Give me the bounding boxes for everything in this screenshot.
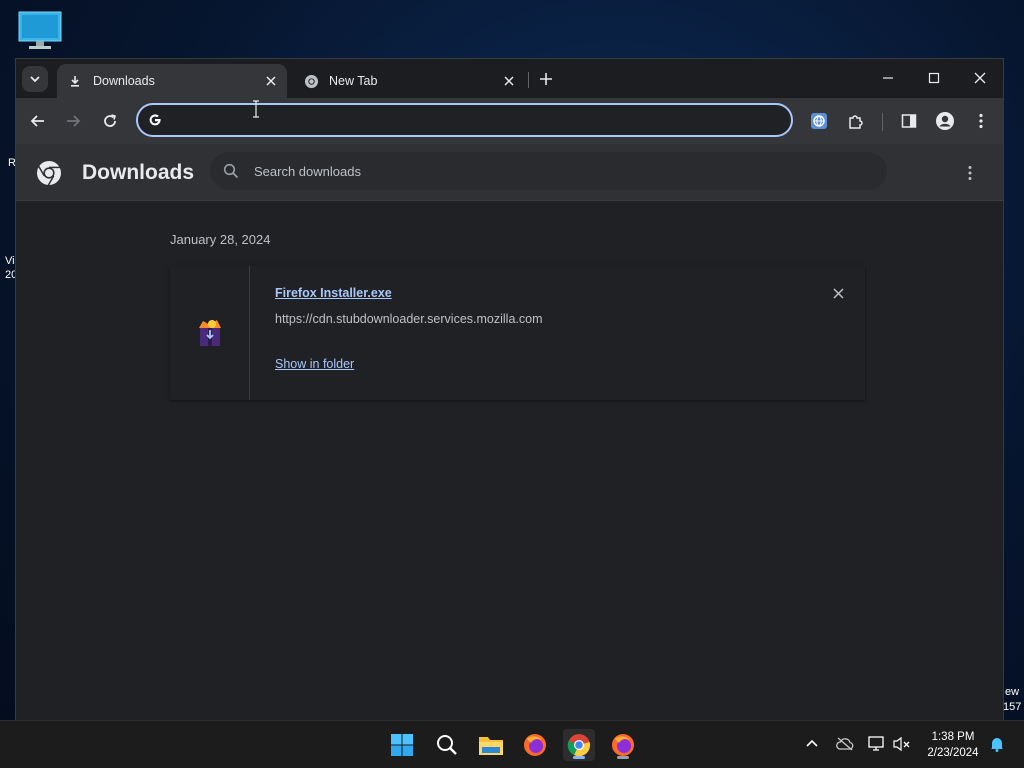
tab-search-button[interactable] [22, 66, 48, 92]
downloads-menu-button[interactable] [960, 163, 980, 183]
remove-download-button[interactable] [830, 285, 846, 301]
network-tray-button[interactable] [868, 735, 886, 753]
running-indicator [573, 756, 585, 759]
downloads-search-box[interactable] [210, 152, 887, 190]
cloud-offline-icon [836, 737, 854, 751]
translate-extension-button[interactable] [807, 109, 831, 133]
chrome-icon [567, 734, 590, 757]
close-icon [832, 287, 844, 299]
search-icon [437, 735, 457, 755]
taskbar: 1:38 PM 2/23/2024 [0, 720, 1024, 768]
bell-icon [991, 738, 1003, 752]
download-file-link[interactable]: Firefox Installer.exe [275, 286, 392, 300]
new-tab-button[interactable] [536, 69, 556, 89]
running-indicator [617, 756, 629, 759]
profile-icon [936, 112, 954, 130]
firefox-icon [524, 734, 546, 756]
close-icon [974, 72, 986, 84]
extensions-button[interactable] [844, 109, 868, 133]
downloads-header: Downloads [16, 144, 1003, 201]
kebab-menu-icon [968, 166, 972, 180]
close-window-button[interactable] [965, 67, 995, 89]
file-explorer-button[interactable] [475, 729, 507, 761]
plus-icon [540, 73, 552, 85]
clock-date: 2/23/2024 [927, 747, 979, 759]
chevron-up-icon [806, 739, 818, 747]
maximize-icon [928, 72, 940, 84]
toolbar-divider [882, 113, 883, 131]
close-tab-icon[interactable] [501, 73, 517, 89]
volume-tray-button[interactable] [893, 735, 911, 753]
tab-title: New Tab [329, 74, 378, 88]
browser-window: Downloads New Tab Downloads Search downl… [15, 58, 1004, 721]
browser-toolbar [16, 98, 1003, 144]
system-clock[interactable]: 1:38 PM 2/23/2024 [922, 729, 984, 761]
address-input[interactable] [171, 112, 791, 128]
date-group-label: January 28, 2024 [170, 232, 271, 247]
minimize-button[interactable] [873, 67, 903, 89]
speaker-muted-icon [893, 736, 910, 752]
download-source-url: https://cdn.stubdownloader.services.mozi… [275, 312, 543, 326]
folder-icon [479, 737, 503, 755]
tab-strip: Downloads New Tab [16, 59, 1003, 98]
desktop-label-fragment: Vi [5, 255, 15, 267]
clock-time: 1:38 PM [931, 731, 975, 743]
back-button[interactable] [26, 109, 50, 133]
start-button[interactable] [386, 729, 418, 761]
download-item: Firefox Installer.exe https://cdn.stubdo… [170, 266, 865, 400]
firefox-taskbar-button[interactable] [519, 729, 551, 761]
download-icon-column [170, 266, 250, 400]
chrome-icon [303, 73, 319, 89]
text-cursor-icon [253, 100, 259, 118]
notifications-button[interactable] [988, 735, 1006, 753]
address-bar[interactable] [136, 103, 793, 137]
arrow-right-icon [67, 115, 81, 127]
kebab-menu-icon [979, 113, 983, 129]
show-hidden-icons-button[interactable] [803, 735, 821, 753]
tab-new-tab[interactable]: New Tab [293, 64, 525, 98]
chrome-logo-icon [37, 161, 61, 186]
search-icon [222, 162, 240, 180]
maximize-button[interactable] [919, 67, 949, 89]
page-title: Downloads [82, 161, 195, 184]
close-tab-icon[interactable] [263, 73, 279, 89]
reload-icon [104, 114, 116, 127]
desktop-label-fragment: ew [1005, 686, 1020, 698]
search-downloads-input[interactable] [254, 163, 887, 179]
tab-separator [528, 72, 529, 88]
onedrive-tray-button[interactable] [836, 735, 854, 753]
firefox-installer-file-icon [199, 320, 221, 346]
downloads-list: January 28, 2024 Firefox Installer.exe h… [16, 201, 1003, 721]
forward-button[interactable] [61, 109, 85, 133]
this-pc-desktop-icon[interactable] [18, 11, 62, 51]
google-icon [147, 112, 163, 128]
browser-menu-button[interactable] [969, 109, 993, 133]
side-panel-icon [901, 114, 917, 128]
minimize-icon [883, 77, 893, 79]
windows-logo-icon [391, 734, 413, 756]
chevron-down-icon [30, 76, 40, 83]
arrow-left-icon [30, 115, 44, 127]
reload-button[interactable] [98, 109, 122, 133]
tab-title: Downloads [93, 74, 155, 88]
side-panel-button[interactable] [897, 109, 921, 133]
taskbar-search-button[interactable] [431, 729, 463, 761]
chrome-taskbar-button[interactable] [563, 729, 595, 761]
network-icon [868, 736, 884, 751]
firefox-installer-taskbar-button[interactable] [607, 729, 639, 761]
tab-downloads[interactable]: Downloads [57, 64, 287, 98]
download-icon [67, 73, 83, 89]
puzzle-icon [849, 115, 863, 129]
desktop-label-fragment: 157 [1003, 701, 1022, 713]
firefox-icon [612, 734, 634, 756]
globe-extension-icon [811, 113, 827, 129]
show-in-folder-link[interactable]: Show in folder [275, 357, 354, 371]
profile-button[interactable] [933, 109, 957, 133]
